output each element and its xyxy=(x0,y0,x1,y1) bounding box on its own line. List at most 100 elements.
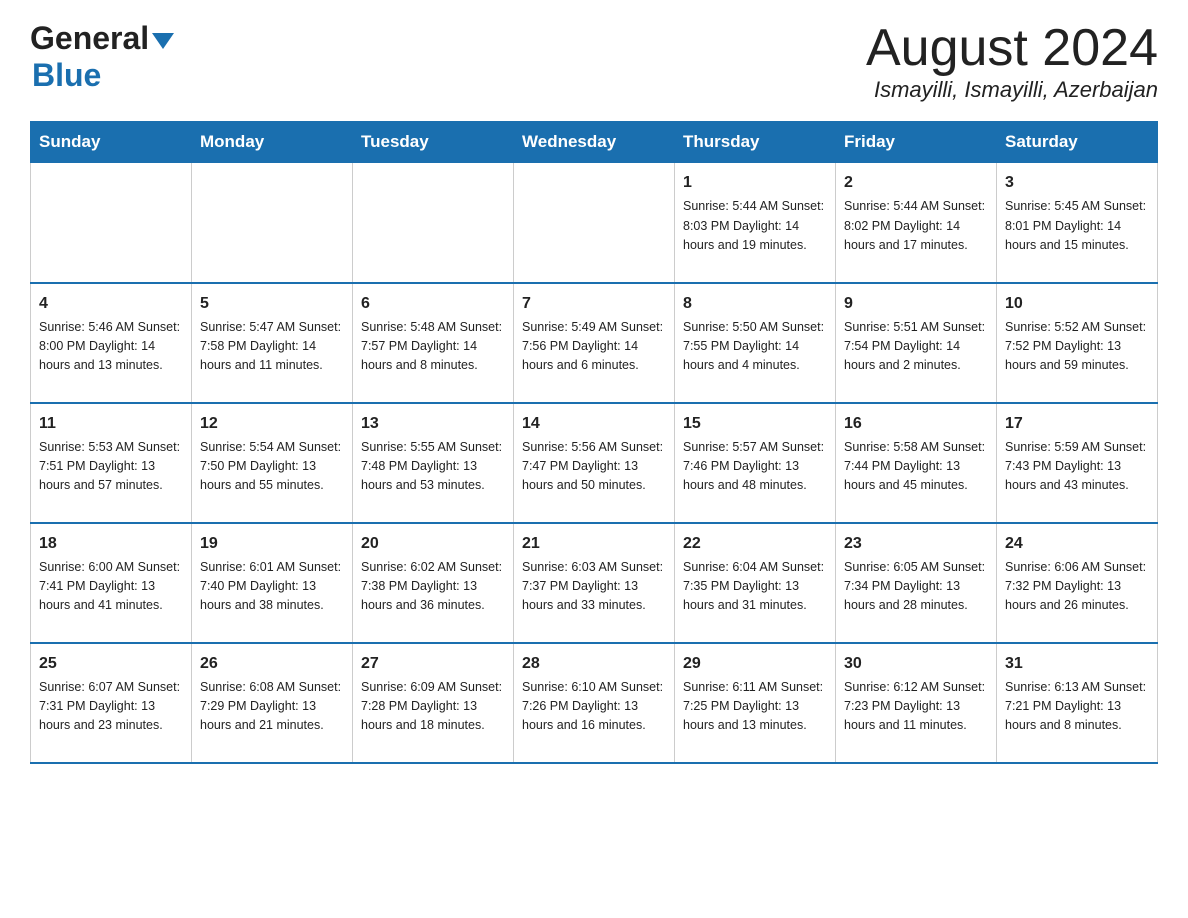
day-number: 16 xyxy=(844,412,988,436)
day-number: 19 xyxy=(200,532,344,556)
day-number: 1 xyxy=(683,171,827,195)
day-info: Sunrise: 5:52 AM Sunset: 7:52 PM Dayligh… xyxy=(1005,318,1149,376)
day-info: Sunrise: 6:04 AM Sunset: 7:35 PM Dayligh… xyxy=(683,558,827,616)
day-number: 25 xyxy=(39,652,183,676)
calendar-cell: 28Sunrise: 6:10 AM Sunset: 7:26 PM Dayli… xyxy=(514,643,675,763)
calendar-cell: 12Sunrise: 5:54 AM Sunset: 7:50 PM Dayli… xyxy=(192,403,353,523)
day-info: Sunrise: 5:44 AM Sunset: 8:02 PM Dayligh… xyxy=(844,197,988,255)
calendar-cell: 24Sunrise: 6:06 AM Sunset: 7:32 PM Dayli… xyxy=(997,523,1158,643)
day-info: Sunrise: 5:50 AM Sunset: 7:55 PM Dayligh… xyxy=(683,318,827,376)
day-number: 7 xyxy=(522,292,666,316)
day-info: Sunrise: 5:44 AM Sunset: 8:03 PM Dayligh… xyxy=(683,197,827,255)
month-year-title: August 2024 xyxy=(866,20,1158,77)
calendar-cell: 18Sunrise: 6:00 AM Sunset: 7:41 PM Dayli… xyxy=(31,523,192,643)
day-number: 21 xyxy=(522,532,666,556)
calendar-cell: 1Sunrise: 5:44 AM Sunset: 8:03 PM Daylig… xyxy=(675,163,836,283)
calendar-cell: 3Sunrise: 5:45 AM Sunset: 8:01 PM Daylig… xyxy=(997,163,1158,283)
calendar-cell: 9Sunrise: 5:51 AM Sunset: 7:54 PM Daylig… xyxy=(836,283,997,403)
logo-general: General xyxy=(30,20,149,57)
calendar-week-3: 11Sunrise: 5:53 AM Sunset: 7:51 PM Dayli… xyxy=(31,403,1158,523)
calendar-cell: 17Sunrise: 5:59 AM Sunset: 7:43 PM Dayli… xyxy=(997,403,1158,523)
day-number: 15 xyxy=(683,412,827,436)
weekday-header-tuesday: Tuesday xyxy=(353,122,514,163)
calendar-week-5: 25Sunrise: 6:07 AM Sunset: 7:31 PM Dayli… xyxy=(31,643,1158,763)
day-number: 31 xyxy=(1005,652,1149,676)
calendar-week-2: 4Sunrise: 5:46 AM Sunset: 8:00 PM Daylig… xyxy=(31,283,1158,403)
day-number: 18 xyxy=(39,532,183,556)
day-number: 27 xyxy=(361,652,505,676)
logo-triangle-icon xyxy=(152,33,174,49)
calendar-table: SundayMondayTuesdayWednesdayThursdayFrid… xyxy=(30,121,1158,764)
calendar-cell xyxy=(353,163,514,283)
day-info: Sunrise: 5:48 AM Sunset: 7:57 PM Dayligh… xyxy=(361,318,505,376)
calendar-cell: 6Sunrise: 5:48 AM Sunset: 7:57 PM Daylig… xyxy=(353,283,514,403)
day-number: 14 xyxy=(522,412,666,436)
day-number: 26 xyxy=(200,652,344,676)
day-number: 13 xyxy=(361,412,505,436)
day-info: Sunrise: 6:03 AM Sunset: 7:37 PM Dayligh… xyxy=(522,558,666,616)
day-number: 17 xyxy=(1005,412,1149,436)
day-info: Sunrise: 5:56 AM Sunset: 7:47 PM Dayligh… xyxy=(522,438,666,496)
weekday-header-friday: Friday xyxy=(836,122,997,163)
day-number: 10 xyxy=(1005,292,1149,316)
day-info: Sunrise: 6:05 AM Sunset: 7:34 PM Dayligh… xyxy=(844,558,988,616)
day-info: Sunrise: 5:46 AM Sunset: 8:00 PM Dayligh… xyxy=(39,318,183,376)
calendar-week-1: 1Sunrise: 5:44 AM Sunset: 8:03 PM Daylig… xyxy=(31,163,1158,283)
weekday-header-row: SundayMondayTuesdayWednesdayThursdayFrid… xyxy=(31,122,1158,163)
day-number: 23 xyxy=(844,532,988,556)
day-number: 3 xyxy=(1005,171,1149,195)
calendar-cell: 21Sunrise: 6:03 AM Sunset: 7:37 PM Dayli… xyxy=(514,523,675,643)
calendar-cell: 13Sunrise: 5:55 AM Sunset: 7:48 PM Dayli… xyxy=(353,403,514,523)
title-area: August 2024 Ismayilli, Ismayilli, Azerba… xyxy=(866,20,1158,103)
logo-blue: Blue xyxy=(32,57,101,93)
day-info: Sunrise: 6:11 AM Sunset: 7:25 PM Dayligh… xyxy=(683,678,827,736)
day-number: 5 xyxy=(200,292,344,316)
day-number: 4 xyxy=(39,292,183,316)
calendar-cell: 7Sunrise: 5:49 AM Sunset: 7:56 PM Daylig… xyxy=(514,283,675,403)
day-info: Sunrise: 5:58 AM Sunset: 7:44 PM Dayligh… xyxy=(844,438,988,496)
logo: General Blue xyxy=(30,20,174,94)
day-number: 29 xyxy=(683,652,827,676)
day-number: 24 xyxy=(1005,532,1149,556)
day-info: Sunrise: 6:01 AM Sunset: 7:40 PM Dayligh… xyxy=(200,558,344,616)
calendar-cell: 14Sunrise: 5:56 AM Sunset: 7:47 PM Dayli… xyxy=(514,403,675,523)
weekday-header-thursday: Thursday xyxy=(675,122,836,163)
day-info: Sunrise: 5:57 AM Sunset: 7:46 PM Dayligh… xyxy=(683,438,827,496)
day-info: Sunrise: 5:51 AM Sunset: 7:54 PM Dayligh… xyxy=(844,318,988,376)
day-number: 11 xyxy=(39,412,183,436)
calendar-cell: 5Sunrise: 5:47 AM Sunset: 7:58 PM Daylig… xyxy=(192,283,353,403)
weekday-header-monday: Monday xyxy=(192,122,353,163)
day-info: Sunrise: 6:08 AM Sunset: 7:29 PM Dayligh… xyxy=(200,678,344,736)
calendar-cell: 2Sunrise: 5:44 AM Sunset: 8:02 PM Daylig… xyxy=(836,163,997,283)
calendar-week-4: 18Sunrise: 6:00 AM Sunset: 7:41 PM Dayli… xyxy=(31,523,1158,643)
day-info: Sunrise: 6:06 AM Sunset: 7:32 PM Dayligh… xyxy=(1005,558,1149,616)
day-number: 30 xyxy=(844,652,988,676)
calendar-cell xyxy=(192,163,353,283)
location-subtitle: Ismayilli, Ismayilli, Azerbaijan xyxy=(866,77,1158,103)
day-info: Sunrise: 6:09 AM Sunset: 7:28 PM Dayligh… xyxy=(361,678,505,736)
day-number: 8 xyxy=(683,292,827,316)
calendar-cell xyxy=(514,163,675,283)
calendar-cell: 15Sunrise: 5:57 AM Sunset: 7:46 PM Dayli… xyxy=(675,403,836,523)
day-info: Sunrise: 6:12 AM Sunset: 7:23 PM Dayligh… xyxy=(844,678,988,736)
day-info: Sunrise: 6:02 AM Sunset: 7:38 PM Dayligh… xyxy=(361,558,505,616)
day-info: Sunrise: 5:59 AM Sunset: 7:43 PM Dayligh… xyxy=(1005,438,1149,496)
day-number: 12 xyxy=(200,412,344,436)
day-info: Sunrise: 5:47 AM Sunset: 7:58 PM Dayligh… xyxy=(200,318,344,376)
day-info: Sunrise: 5:49 AM Sunset: 7:56 PM Dayligh… xyxy=(522,318,666,376)
day-info: Sunrise: 6:13 AM Sunset: 7:21 PM Dayligh… xyxy=(1005,678,1149,736)
day-info: Sunrise: 5:55 AM Sunset: 7:48 PM Dayligh… xyxy=(361,438,505,496)
day-number: 20 xyxy=(361,532,505,556)
calendar-cell: 23Sunrise: 6:05 AM Sunset: 7:34 PM Dayli… xyxy=(836,523,997,643)
calendar-cell: 26Sunrise: 6:08 AM Sunset: 7:29 PM Dayli… xyxy=(192,643,353,763)
day-info: Sunrise: 5:53 AM Sunset: 7:51 PM Dayligh… xyxy=(39,438,183,496)
calendar-cell: 4Sunrise: 5:46 AM Sunset: 8:00 PM Daylig… xyxy=(31,283,192,403)
day-number: 9 xyxy=(844,292,988,316)
calendar-cell xyxy=(31,163,192,283)
day-info: Sunrise: 5:45 AM Sunset: 8:01 PM Dayligh… xyxy=(1005,197,1149,255)
day-number: 6 xyxy=(361,292,505,316)
calendar-cell: 22Sunrise: 6:04 AM Sunset: 7:35 PM Dayli… xyxy=(675,523,836,643)
calendar-cell: 30Sunrise: 6:12 AM Sunset: 7:23 PM Dayli… xyxy=(836,643,997,763)
day-number: 2 xyxy=(844,171,988,195)
day-info: Sunrise: 6:07 AM Sunset: 7:31 PM Dayligh… xyxy=(39,678,183,736)
